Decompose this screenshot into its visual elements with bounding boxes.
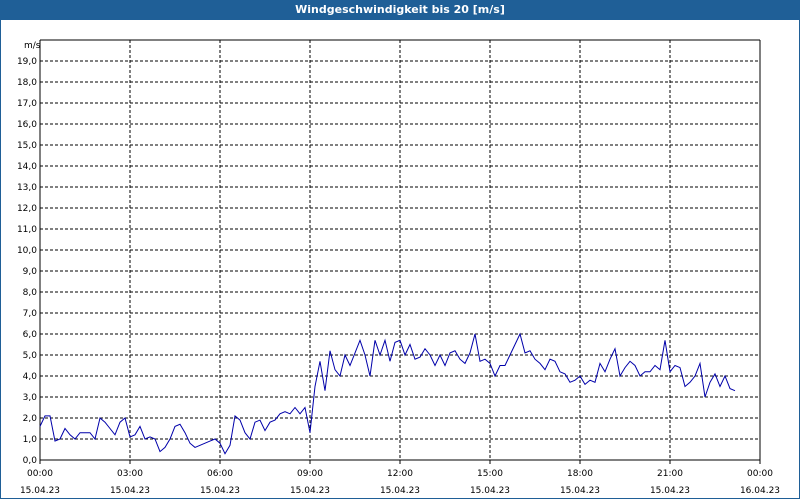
y-tick-label: 6,0	[23, 330, 38, 340]
y-tick-label: 1,0	[23, 435, 38, 445]
y-tick-label: 19,0	[17, 57, 37, 67]
y-axis-label: m/s	[24, 41, 41, 51]
x-tick-date: 15.04.23	[290, 486, 330, 496]
y-tick-label: 17,0	[17, 99, 37, 109]
y-tick-label: 12,0	[17, 204, 37, 214]
x-tick-date: 15.04.23	[110, 486, 150, 496]
x-tick-time: 06:00	[207, 469, 233, 479]
x-tick-date: 15.04.23	[380, 486, 420, 496]
y-tick-label: 16,0	[17, 120, 37, 130]
y-tick-label: 2,0	[23, 414, 38, 424]
x-tick-time: 12:00	[387, 469, 413, 479]
x-tick-time: 00:00	[747, 469, 773, 479]
x-tick-date: 15.04.23	[20, 486, 60, 496]
x-tick-labels: 00:00 15.04.23 03:00 15.04.23 06:00 15.04.23 0…	[20, 469, 780, 496]
wind-speed-series-line	[39, 332, 736, 455]
y-tick-label: 9,0	[23, 267, 38, 277]
y-tick-label: 5,0	[23, 351, 38, 361]
y-tick-label: 10,0	[17, 246, 37, 256]
x-tick-time: 18:00	[567, 469, 593, 479]
y-tick-label: 15,0	[17, 141, 37, 151]
x-tick-date: 15.04.23	[560, 486, 600, 496]
series	[39, 332, 736, 455]
y-tick-label: 0,0	[23, 456, 38, 466]
y-tick-labels: 0,0 1,0 2,0 3,0 4,0 5,0 6,0 7,0 8,0 9,0 10,0 11,0 12…	[17, 57, 37, 466]
y-tick-label: 11,0	[17, 225, 37, 235]
y-tick-label: 3,0	[23, 393, 38, 403]
x-tick-time: 15:00	[477, 469, 503, 479]
x-tick-time: 09:00	[297, 469, 323, 479]
y-tick-label: 18,0	[17, 78, 37, 88]
x-tick-time: 03:00	[117, 469, 143, 479]
x-tick-date: 15.04.23	[470, 486, 510, 496]
x-tick-time: 00:00	[27, 469, 53, 479]
y-tick-label: 4,0	[23, 372, 38, 382]
y-tick-label: 8,0	[23, 288, 38, 298]
x-tick-date: 15.04.23	[650, 486, 690, 496]
x-tick-time: 21:00	[657, 469, 683, 479]
x-tick-date: 15.04.23	[200, 486, 240, 496]
y-tick-label: 7,0	[23, 309, 38, 319]
wind-speed-chart: 0,0 1,0 2,0 3,0 4,0 5,0 6,0 7,0 8,0 9,0 10,0 11,0 12…	[17, 39, 780, 496]
y-tick-label: 14,0	[17, 162, 37, 172]
y-tick-label: 13,0	[17, 183, 37, 193]
x-tick-date: 16.04.23	[740, 486, 780, 496]
grid	[40, 40, 760, 460]
